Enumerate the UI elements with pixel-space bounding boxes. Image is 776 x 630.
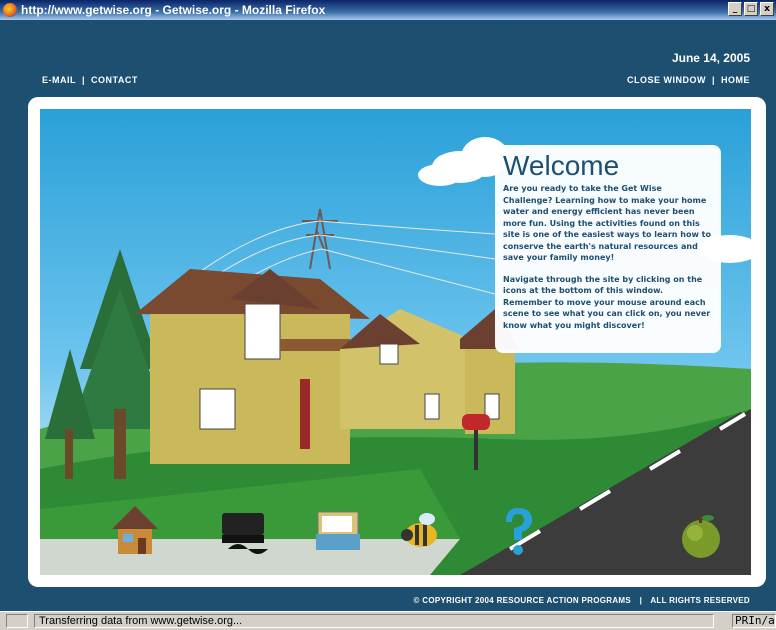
welcome-title: Welcome: [503, 150, 620, 181]
bee-icon[interactable]: [397, 507, 447, 561]
page-date: June 14, 2005: [671, 51, 750, 65]
status-indicator: PRIn/a: [732, 614, 776, 628]
close-window-link[interactable]: CLOSE WINDOW: [627, 75, 706, 85]
copyright-text: © COPYRIGHT 2004 RESOURCE ACTION PROGRAM…: [413, 596, 632, 605]
nav-separator: |: [711, 75, 715, 85]
close-button[interactable]: x: [760, 2, 774, 16]
home-link[interactable]: HOME: [721, 75, 750, 85]
game-console-icon[interactable]: [218, 509, 274, 561]
question-mark-icon[interactable]: [498, 504, 538, 562]
neighborhood-scene: Welcome Are you ready to take the Get Wi…: [40, 109, 751, 575]
copyright-footer: © COPYRIGHT 2004 RESOURCE ACTION PROGRAM…: [414, 596, 750, 605]
window-controls: _ □ x: [728, 2, 774, 16]
apple-icon[interactable]: [677, 509, 727, 565]
maximize-button[interactable]: □: [744, 2, 758, 16]
window-title: http://www.getwise.org - Getwise.org - M…: [21, 3, 326, 17]
minimize-button[interactable]: _: [728, 2, 742, 16]
status-text: Transferring data from www.getwise.org..…: [34, 614, 714, 628]
activity-kit-icon[interactable]: [312, 504, 364, 560]
welcome-paragraph: Are you ready to take the Get Wise Chall…: [503, 184, 711, 262]
firefox-icon: [3, 3, 17, 17]
rights-text: ALL RIGHTS RESERVED: [650, 596, 750, 605]
email-link[interactable]: E-MAIL: [42, 75, 76, 85]
top-nav-left: E-MAIL | CONTACT: [42, 75, 138, 85]
nav-separator: |: [82, 75, 86, 85]
top-nav-right: CLOSE WINDOW | HOME: [627, 75, 750, 85]
footer-separator: |: [639, 596, 643, 605]
window-titlebar[interactable]: http://www.getwise.org - Getwise.org - M…: [0, 0, 776, 20]
contact-link[interactable]: CONTACT: [91, 75, 138, 85]
status-icon: [6, 614, 28, 628]
welcome-text: Are you ready to take the Get Wise Chall…: [503, 183, 713, 331]
welcome-paragraph: Navigate through the site by clicking on…: [503, 274, 711, 330]
power-tower: [302, 208, 338, 270]
welcome-panel: Welcome Are you ready to take the Get Wi…: [495, 145, 721, 353]
statusbar: Transferring data from www.getwise.org..…: [0, 611, 776, 630]
house-icon[interactable]: [110, 504, 160, 564]
